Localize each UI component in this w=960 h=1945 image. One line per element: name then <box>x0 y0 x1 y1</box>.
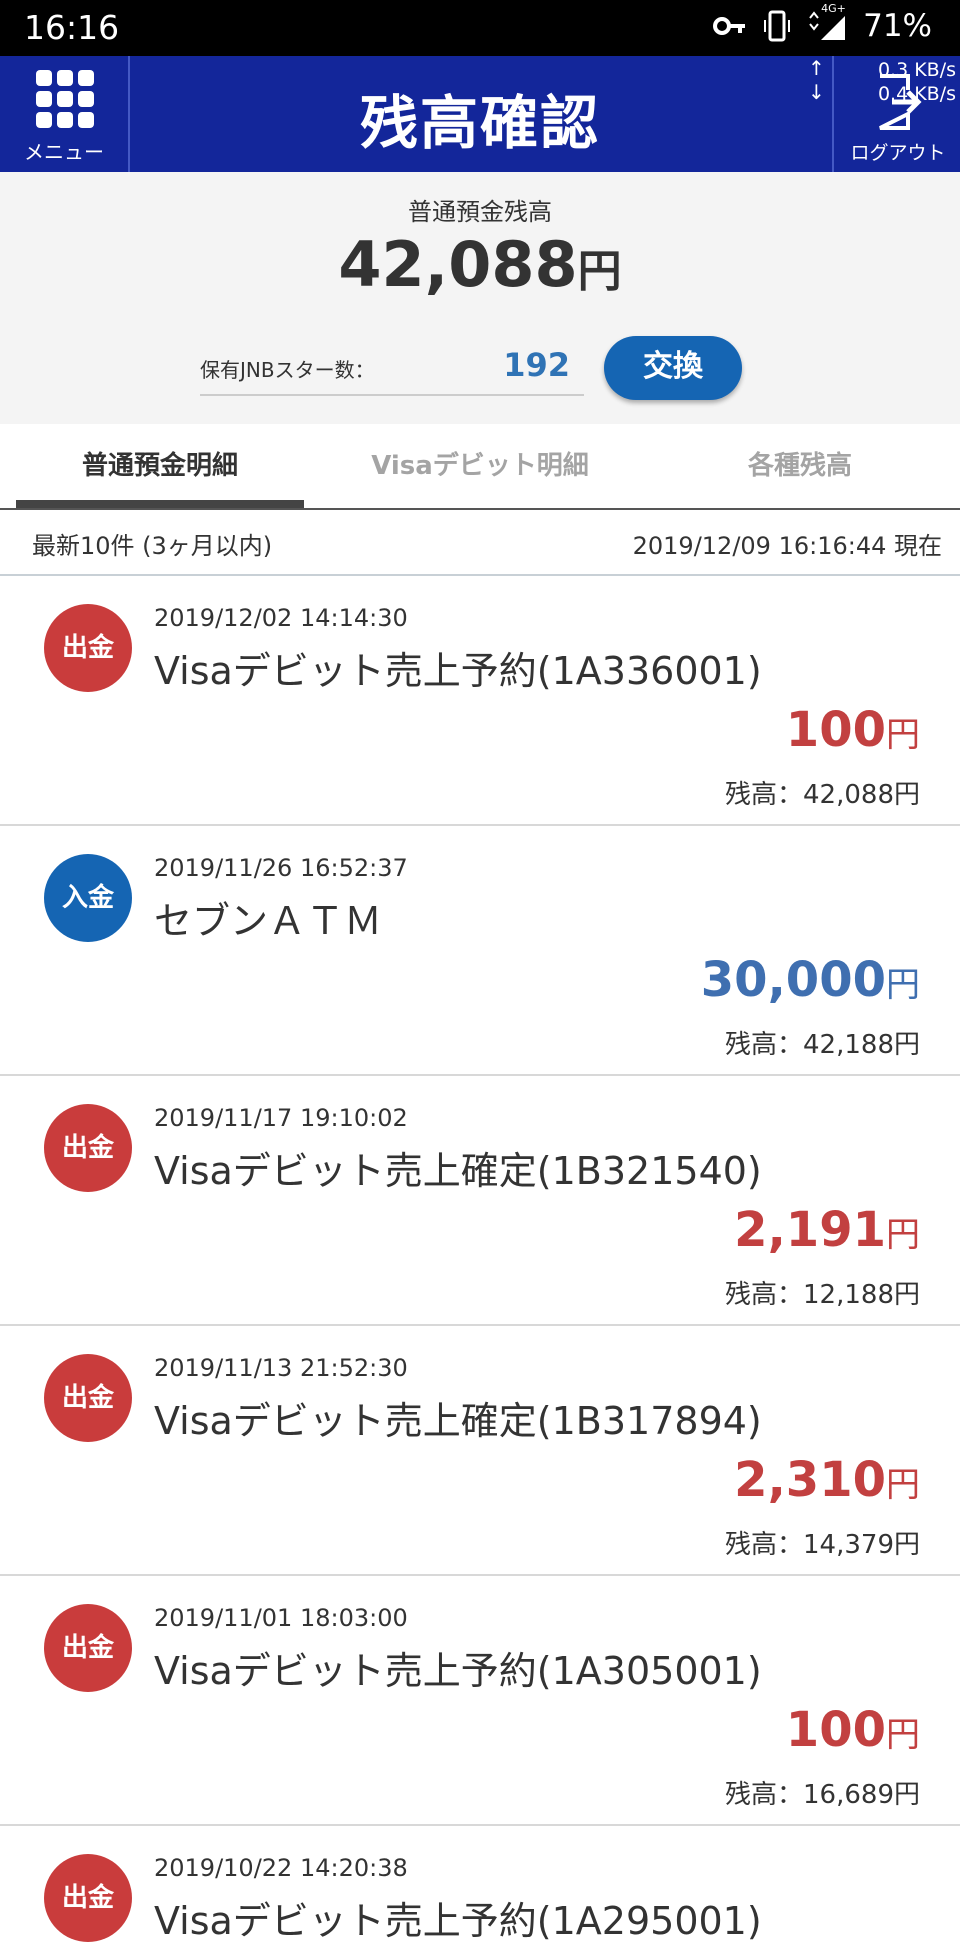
transaction-row[interactable]: 出金 2019/11/13 21:52:30 Visaデビット売上確定(1B31… <box>0 1326 960 1576</box>
balance-unit: 円 <box>577 246 622 297</box>
transaction-date: 2019/10/22 14:20:38 <box>154 1854 408 1882</box>
amount-unit: 円 <box>886 715 920 755</box>
network-speed: 0.3 KB/s 0.4 KB/s <box>800 58 956 106</box>
net-speed-up: 0.3 KB/s <box>877 59 956 81</box>
network-type-label: 4G+ <box>821 2 846 15</box>
amount-value: 2,310 <box>734 1452 886 1508</box>
amount-value: 100 <box>785 1702 886 1758</box>
status-time: 16:16 <box>24 8 120 47</box>
balance-amount: 42,088円 <box>0 228 960 301</box>
balance-label: 普通預金残高 <box>408 198 552 226</box>
key-icon <box>713 15 747 37</box>
deposit-badge: 入金 <box>44 854 132 942</box>
tab-bar: 普通預金明細 Visaデビット明細 各種残高 <box>0 424 960 510</box>
transaction-amount: 30,000円 <box>701 952 920 1008</box>
transaction-amount: 100円 <box>786 1702 920 1758</box>
transaction-date: 2019/11/01 18:03:00 <box>154 1604 408 1632</box>
amount-value: 100 <box>785 702 886 758</box>
menu-button[interactable]: メニュー <box>0 56 130 172</box>
jnb-star-value: 192 <box>503 346 570 384</box>
tab-various-balances[interactable]: 各種残高 <box>640 424 960 508</box>
transaction-title: Visaデビット売上予約(1A305001) <box>154 1649 762 1693</box>
jnb-star-field: 保有JNBスター数： 192 <box>200 342 584 396</box>
transaction-date: 2019/11/26 16:52:37 <box>154 854 408 882</box>
withdrawal-badge: 出金 <box>44 1854 132 1942</box>
amount-unit: 円 <box>886 1215 920 1255</box>
as-of-timestamp: 2019/12/09 16:16:44 現在 <box>632 532 942 560</box>
transaction-title: Visaデビット売上予約(1A295001) <box>154 1899 762 1943</box>
transaction-balance: 残高：14,379円 <box>725 1530 920 1560</box>
transaction-balance: 残高：42,188円 <box>725 1030 920 1060</box>
transaction-amount: 2,191円 <box>734 1202 920 1258</box>
transaction-title: Visaデビット売上予約(1A336001) <box>154 649 762 693</box>
transaction-row[interactable]: 入金 2019/11/26 16:52:37 セブンＡＴＭ 30,000円 残高… <box>0 826 960 1076</box>
transaction-balance: 残高：12,188円 <box>725 1280 920 1310</box>
transaction-date: 2019/11/13 21:52:30 <box>154 1354 408 1382</box>
list-info-row: 最新10件 (3ヶ月以内) 2019/12/09 16:16:44 現在 <box>0 510 960 576</box>
battery-percent: 71% <box>863 8 932 44</box>
active-tab-indicator <box>16 500 304 508</box>
transaction-row[interactable]: 出金 2019/11/01 18:03:00 Visaデビット売上予約(1A30… <box>0 1576 960 1826</box>
transaction-row[interactable]: 出金 2019/12/02 14:14:30 Visaデビット売上予約(1A33… <box>0 576 960 826</box>
status-icons: 4G+ 71% <box>713 2 932 44</box>
amount-unit: 円 <box>886 1715 920 1755</box>
status-bar: 16:16 4G+ 71% <box>0 0 960 56</box>
transaction-date: 2019/11/17 19:10:02 <box>154 1104 408 1132</box>
transaction-amount: 2,310円 <box>734 1452 920 1508</box>
jnb-star-label: 保有JNBスター数： <box>200 358 375 382</box>
app-header: メニュー 残高確認 ↑ ↓ ログアウト 0.3 KB/s 0.4 KB/s <box>0 56 960 172</box>
tab-visa-debit-details[interactable]: Visaデビット明細 <box>320 424 640 508</box>
withdrawal-badge: 出金 <box>44 1354 132 1442</box>
transaction-title: Visaデビット売上確定(1B321540) <box>154 1149 762 1193</box>
transaction-title: Visaデビット売上確定(1B317894) <box>154 1399 762 1443</box>
amount-unit: 円 <box>886 1465 920 1505</box>
transaction-row[interactable]: 出金 2019/11/17 19:10:02 Visaデビット売上確定(1B32… <box>0 1076 960 1326</box>
amount-unit: 円 <box>886 965 920 1005</box>
exchange-button[interactable]: 交換 <box>604 336 742 400</box>
transaction-date: 2019/12/02 14:14:30 <box>154 604 408 632</box>
transaction-title: セブンＡＴＭ <box>154 899 383 943</box>
transaction-amount: 100円 <box>786 702 920 758</box>
menu-label: メニュー <box>24 140 104 164</box>
balance-section: 普通預金残高 42,088円 保有JNBスター数： 192 交換 <box>0 172 960 424</box>
withdrawal-badge: 出金 <box>44 1604 132 1692</box>
list-range-label: 最新10件 (3ヶ月以内) <box>32 532 273 560</box>
logout-label: ログアウト <box>850 142 946 164</box>
transaction-balance: 残高：42,088円 <box>725 780 920 810</box>
amount-value: 30,000 <box>700 952 886 1008</box>
transaction-row[interactable]: 出金 2019/10/22 14:20:38 Visaデビット売上予約(1A29… <box>0 1826 960 1943</box>
tab-savings-details[interactable]: 普通預金明細 <box>0 424 320 508</box>
balance-value: 42,088 <box>338 228 578 301</box>
amount-value: 2,191 <box>734 1202 886 1258</box>
withdrawal-badge: 出金 <box>44 604 132 692</box>
page-title: 残高確認 <box>359 89 600 157</box>
withdrawal-badge: 出金 <box>44 1104 132 1192</box>
signal-icon: 4G+ <box>807 2 847 42</box>
vibrate-icon <box>763 10 791 42</box>
grid-menu-icon <box>36 70 94 128</box>
transaction-balance: 残高：16,689円 <box>725 1780 920 1810</box>
net-speed-down: 0.4 KB/s <box>877 83 956 105</box>
